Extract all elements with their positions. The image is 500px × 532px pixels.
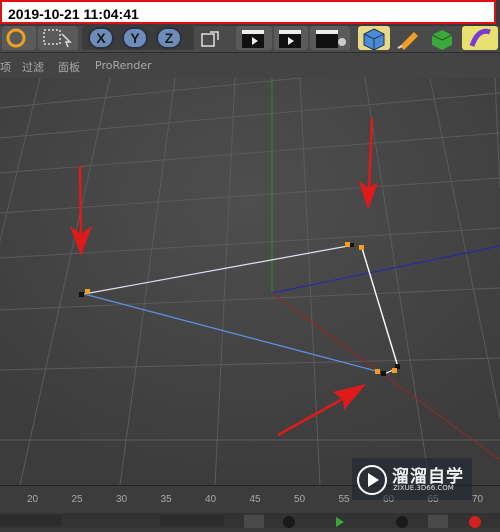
timeline-tick-label: 50 xyxy=(294,494,306,505)
axis-x-button[interactable]: X xyxy=(88,27,114,49)
viewport-canvas[interactable] xyxy=(0,78,500,485)
bend-icon xyxy=(469,28,491,47)
live-selection-button[interactable] xyxy=(38,26,78,50)
timeline-tick-label: 25 xyxy=(71,494,83,505)
clapperboard-icon xyxy=(242,30,264,48)
perspective-viewport[interactable] xyxy=(0,78,500,485)
watermark-subtitle: ZIXUE.3D66.COM xyxy=(393,484,454,492)
select-icon xyxy=(43,29,72,48)
menu-item-panel[interactable]: 面板 xyxy=(58,59,80,75)
timeline-tick-label: 30 xyxy=(116,494,128,505)
timeline-tick-label: 45 xyxy=(249,494,261,505)
frame-range-field[interactable] xyxy=(160,515,224,526)
pen-icon xyxy=(397,32,418,50)
undo-icon xyxy=(6,28,26,48)
render-view-button[interactable] xyxy=(236,26,272,50)
coordinate-system-button[interactable] xyxy=(196,26,226,50)
subdivision-icon xyxy=(431,30,453,50)
coordinate-icon xyxy=(201,31,219,47)
generators-button[interactable] xyxy=(426,26,458,50)
play-logo-icon xyxy=(357,465,387,495)
previous-key-icon[interactable] xyxy=(283,516,295,528)
render-picture-viewer-button[interactable] xyxy=(274,26,308,50)
frame-field[interactable] xyxy=(0,515,62,526)
animation-controls xyxy=(0,513,500,528)
timestamp-overlay: 2019-10-21 11:04:41 xyxy=(0,0,496,24)
timeline-tick-label: 40 xyxy=(205,494,217,505)
clapperboard-icon xyxy=(279,30,301,48)
timeline-tick-label: 20 xyxy=(27,494,39,505)
clapperboard-gear-icon xyxy=(316,30,346,48)
render-settings-button[interactable] xyxy=(310,26,350,50)
deformers-button[interactable] xyxy=(462,26,498,50)
play-icon[interactable] xyxy=(336,517,344,527)
timeline-tick-label: 55 xyxy=(338,494,350,505)
undo-button[interactable] xyxy=(2,26,36,50)
menu-item-filter[interactable]: 过滤 xyxy=(22,59,44,75)
go-to-end-button[interactable] xyxy=(428,515,448,528)
pen-spline-button[interactable] xyxy=(392,26,424,50)
viewport-menu-bar: 项 过滤 面板 ProRender xyxy=(0,53,500,78)
axis-z-button[interactable]: Z xyxy=(156,27,182,49)
main-toolbar: X Y Z xyxy=(0,26,500,53)
go-to-start-button[interactable] xyxy=(244,515,264,528)
timeline-tick-label: 35 xyxy=(160,494,172,505)
menu-item-prorender[interactable]: ProRender xyxy=(95,59,152,72)
timeline-tick-label: 70 xyxy=(472,494,484,505)
cube-object-button[interactable] xyxy=(358,26,390,51)
cube-icon xyxy=(363,28,385,51)
axis-lock-group: X Y Z xyxy=(82,26,194,50)
record-icon[interactable] xyxy=(469,516,481,528)
next-key-icon[interactable] xyxy=(396,516,408,528)
watermark-logo: 溜溜自学 ZIXUE.3D66.COM xyxy=(352,458,472,500)
axis-y-button[interactable]: Y xyxy=(122,27,148,49)
menu-item-display[interactable]: 项 xyxy=(0,59,11,75)
